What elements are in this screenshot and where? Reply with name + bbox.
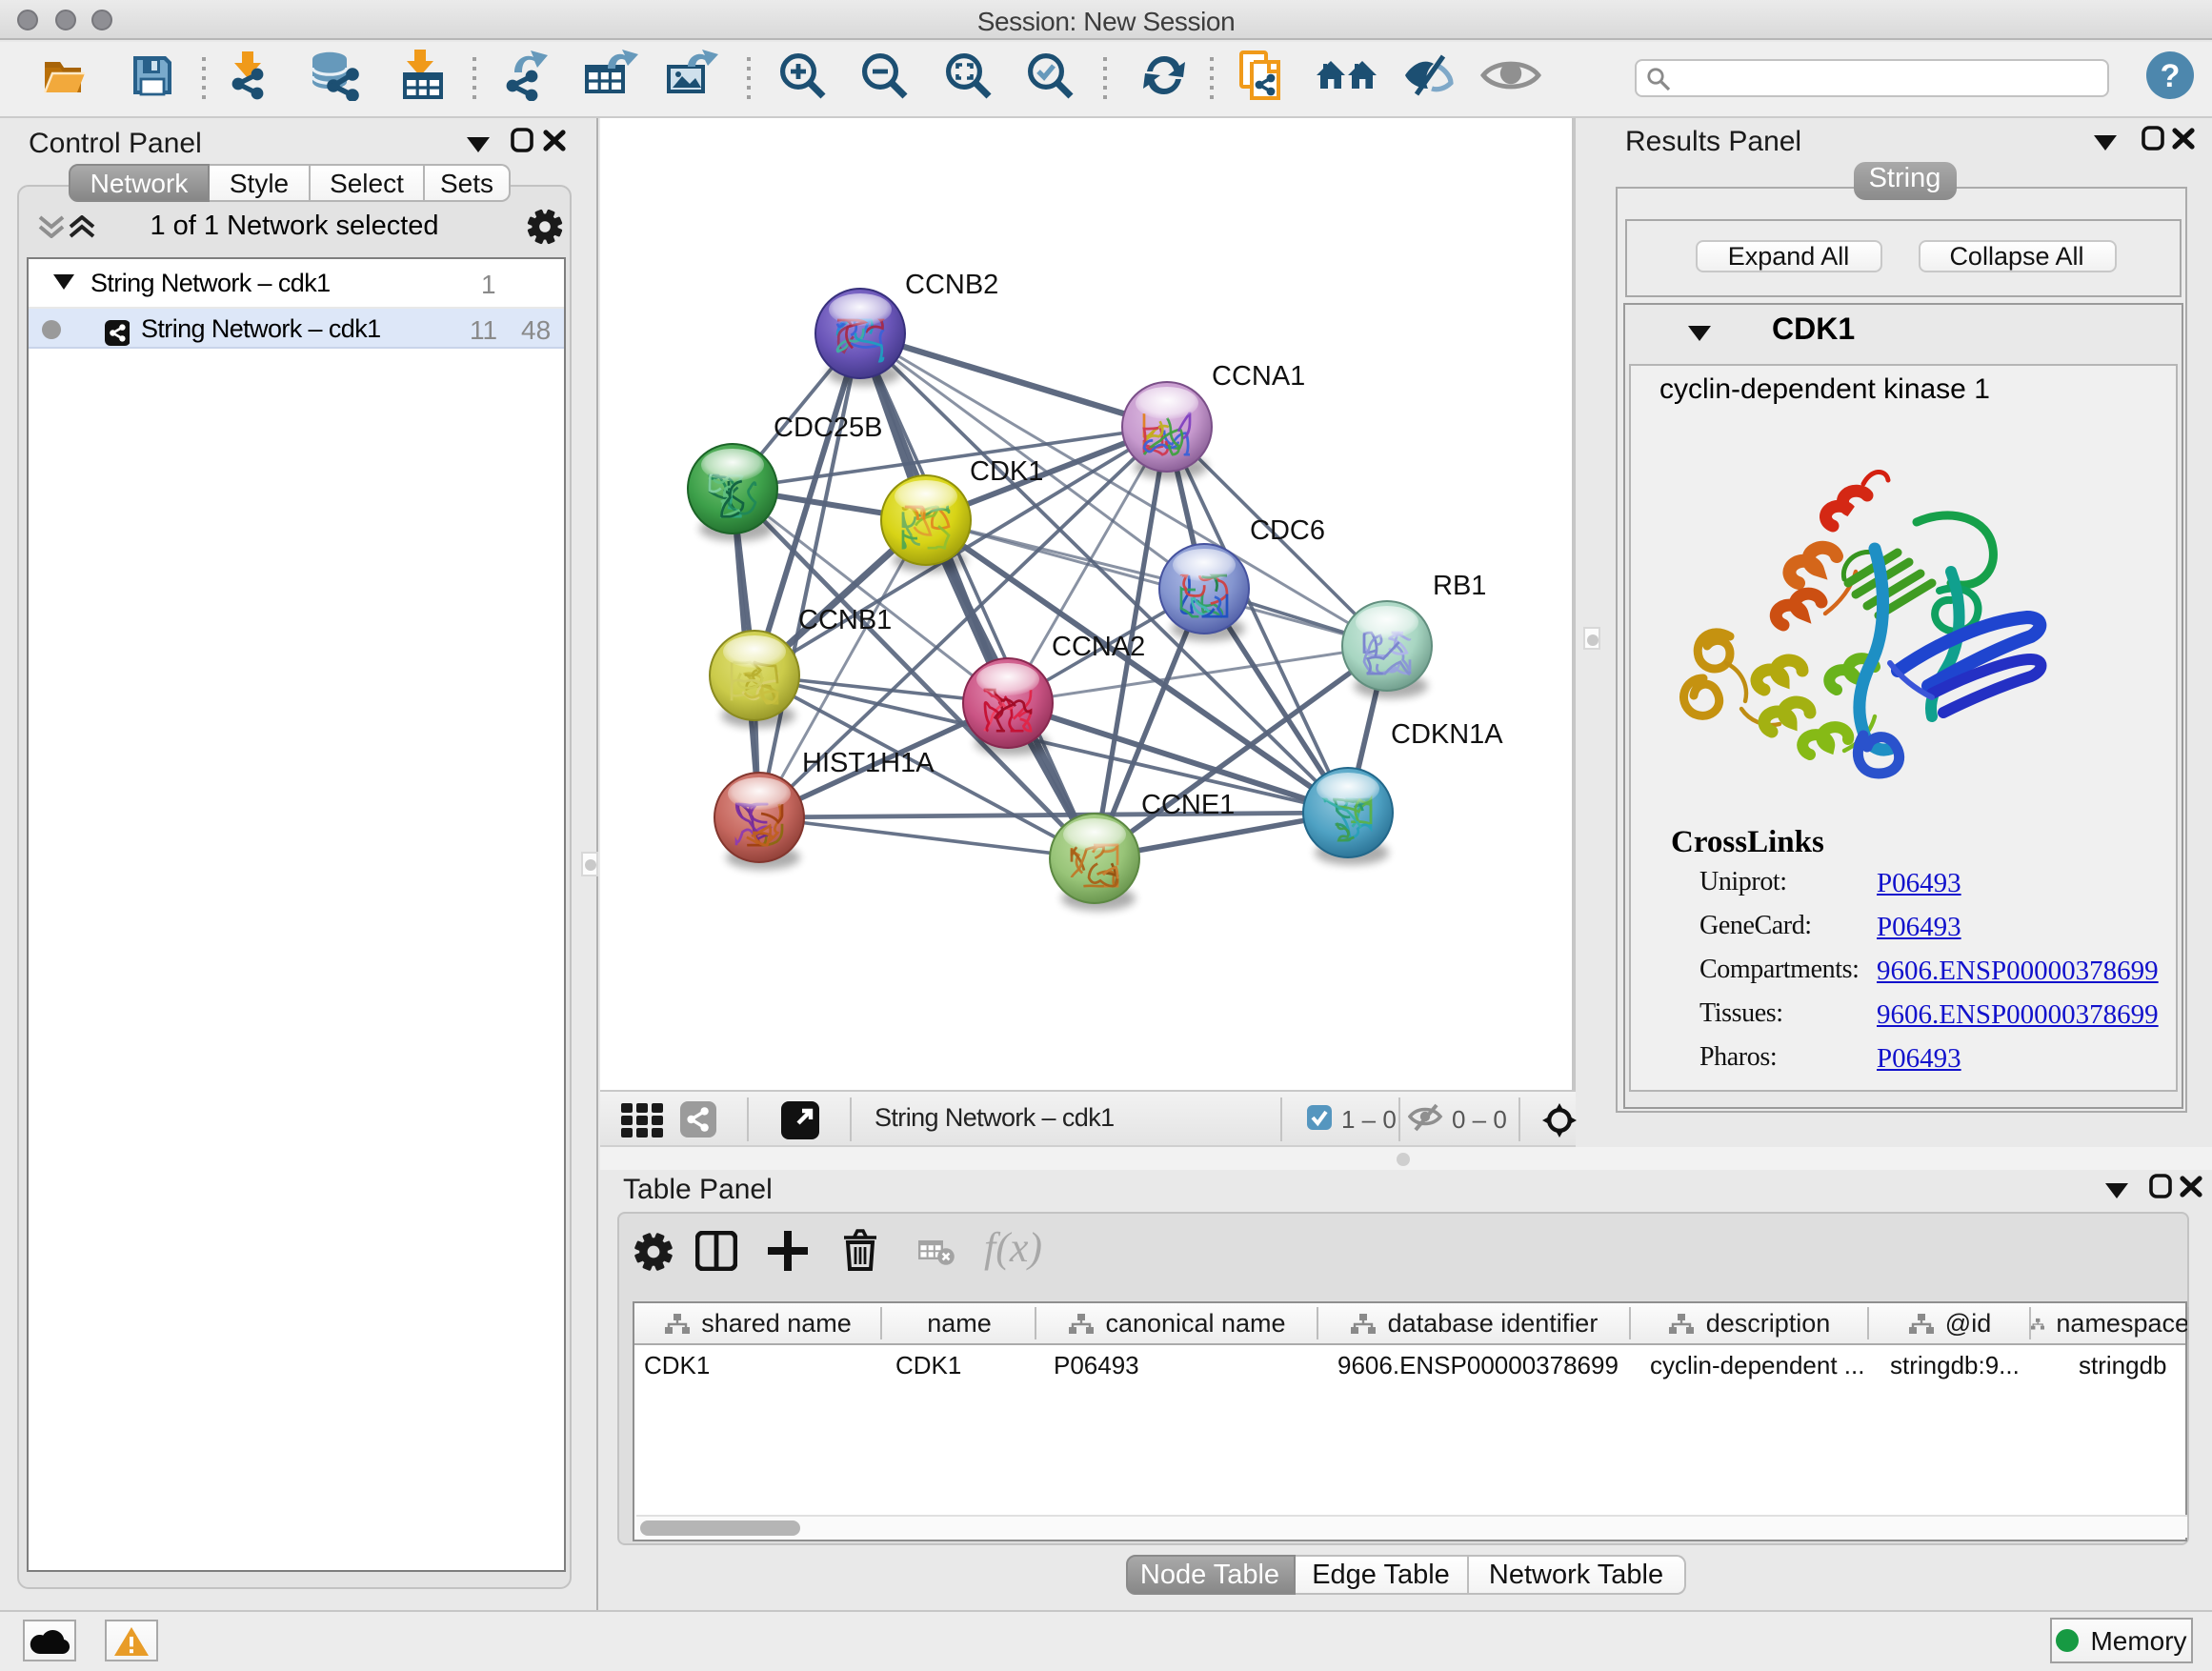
svg-text:RB1: RB1	[1433, 571, 1486, 601]
svg-text:CDC6: CDC6	[1250, 515, 1325, 546]
svg-text:CDK1: CDK1	[970, 456, 1043, 487]
svg-text:CCNA2: CCNA2	[1052, 632, 1145, 662]
svg-text:CCNE1: CCNE1	[1141, 790, 1235, 820]
svg-text:CCNB2: CCNB2	[905, 270, 998, 300]
svg-text:CCNA1: CCNA1	[1212, 361, 1305, 392]
svg-text:CCNB1: CCNB1	[798, 605, 892, 635]
svg-text:CDKN1A: CDKN1A	[1391, 719, 1503, 750]
svg-text:HIST1H1A: HIST1H1A	[802, 748, 935, 778]
svg-text:?: ?	[2160, 57, 2180, 93]
svg-text:CDC25B: CDC25B	[774, 413, 882, 443]
